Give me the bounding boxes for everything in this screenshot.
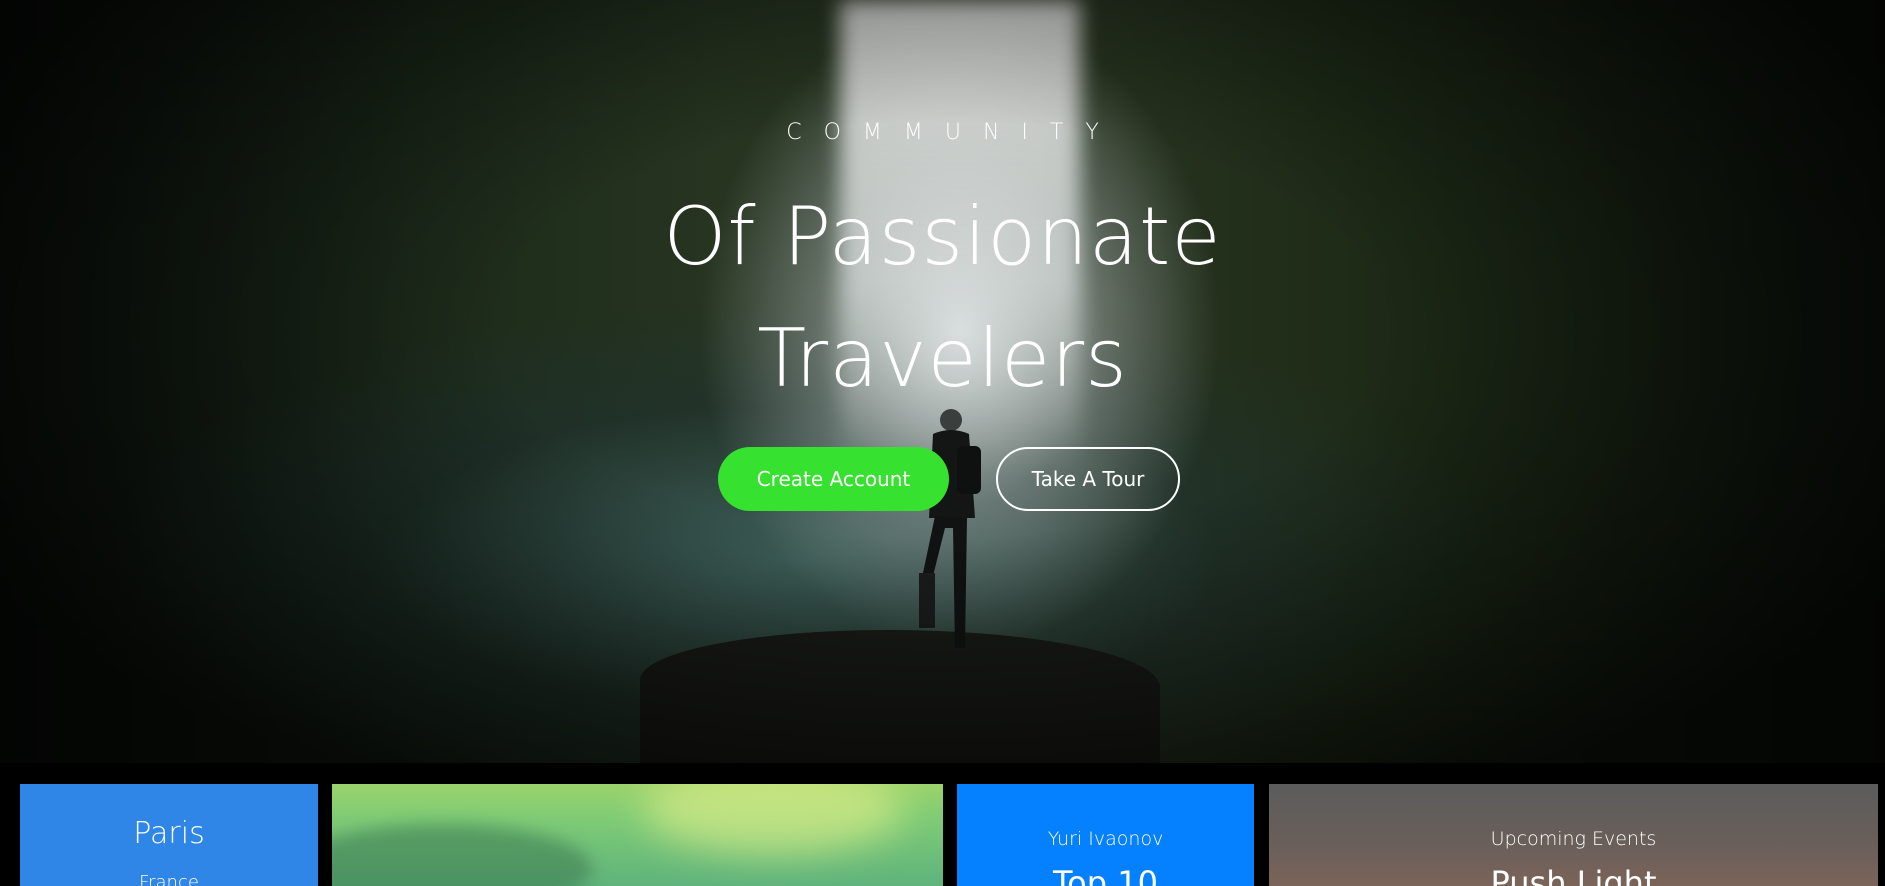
card-title: Push Light (1490, 864, 1657, 886)
card-top-10[interactable]: Yuri Ivaonov Top 10 (957, 784, 1254, 886)
hero-eyebrow: COMMUNITY (786, 120, 1121, 145)
hero-headline-line2: Travelers (757, 312, 1128, 405)
card-landscape-image[interactable] (332, 784, 943, 886)
card-title: Paris (133, 816, 205, 851)
card-paris[interactable]: Paris France (20, 784, 318, 886)
cloud-shape (332, 824, 592, 886)
feature-cards: Paris France Yuri Ivaonov Top 10 Upcomin… (0, 784, 1885, 886)
sky-glow (643, 784, 903, 854)
create-account-button[interactable]: Create Account (718, 447, 949, 511)
card-title: Top 10 (1053, 864, 1158, 886)
card-subtitle: France (139, 872, 199, 886)
take-a-tour-button[interactable]: Take A Tour (996, 447, 1180, 511)
card-category: Upcoming Events (1490, 828, 1657, 850)
hero-headline-line1: Of Passionate (663, 190, 1222, 283)
card-upcoming-events[interactable]: Upcoming Events Push Light (1269, 784, 1878, 886)
hero-headline: Of Passionate Travelers (0, 176, 1885, 420)
card-author: Yuri Ivaonov (1047, 828, 1164, 850)
hero-section: COMMUNITY Of Passionate Travelers Create… (0, 0, 1885, 763)
